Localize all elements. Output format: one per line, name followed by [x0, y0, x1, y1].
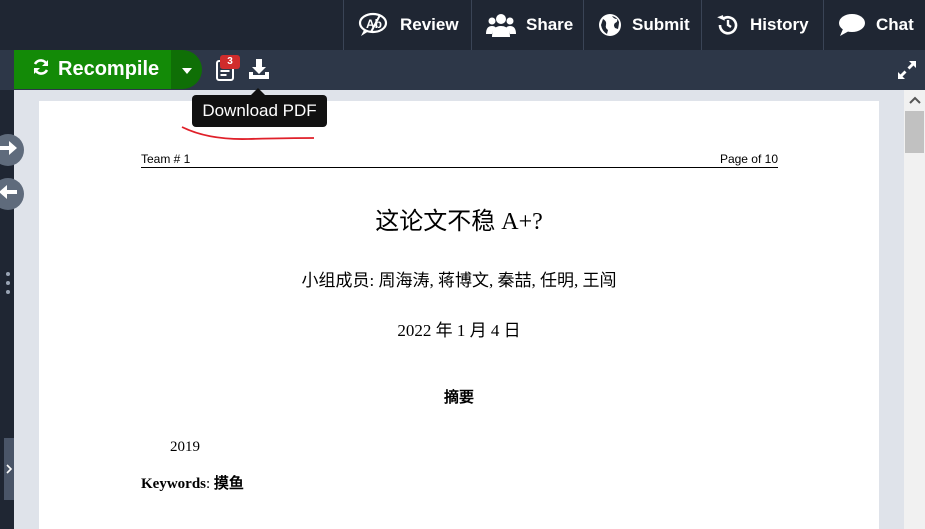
red-underline-annotation: [181, 126, 315, 140]
document-list-icon: [213, 60, 237, 86]
download-icon: [248, 59, 270, 84]
review-icon: Ab: [358, 12, 390, 38]
chat-bubble-icon: [838, 13, 866, 37]
globe-icon: [598, 13, 622, 37]
tooltip-arrow: [251, 88, 265, 95]
page-header-page-count: Page of 10: [719, 152, 778, 166]
page-header-team: Team # 1: [141, 152, 191, 166]
chevron-right-icon: [4, 464, 14, 504]
paper-title: 这论文不稳 A+?: [375, 209, 543, 235]
history-label: History: [750, 15, 809, 34]
scrollbar-thumb[interactable]: [905, 111, 924, 153]
review-label: Review: [400, 15, 459, 34]
chevron-up-icon: [908, 91, 921, 109]
arrow-right-icon: [0, 139, 18, 162]
submit-button[interactable]: Submit: [583, 0, 699, 50]
download-pdf-tooltip: Download PDF: [192, 95, 327, 127]
review-button[interactable]: Ab Review: [343, 0, 471, 50]
chat-label: Chat: [876, 15, 914, 34]
share-button[interactable]: Share: [471, 0, 574, 50]
panel-toggle-handle[interactable]: [4, 438, 14, 500]
refresh-icon: [32, 58, 50, 82]
scroll-up-button[interactable]: [904, 90, 925, 110]
chat-button[interactable]: Chat: [823, 0, 925, 50]
expand-button[interactable]: [897, 60, 917, 80]
logs-count-badge: 3: [220, 55, 240, 69]
submit-label: Submit: [632, 15, 690, 34]
svg-text:Ab: Ab: [366, 17, 382, 31]
recompile-label: Recompile: [58, 58, 160, 80]
caret-down-icon: [181, 61, 192, 79]
pdf-page: Team # 1 Page of 10 这论文不稳 A+? 小组成员: 周海涛,…: [39, 101, 879, 529]
history-button[interactable]: History: [701, 0, 821, 50]
resize-grip[interactable]: [6, 272, 10, 302]
header-rule: [141, 167, 778, 168]
abstract-heading: 摘要: [443, 390, 474, 406]
vertical-scrollbar[interactable]: [904, 90, 925, 529]
abstract-text: 2019: [170, 439, 200, 455]
paper-authors: 小组成员: 周海涛, 蒋博文, 秦喆, 任明, 王闯: [301, 271, 617, 290]
expand-arrows-icon: [897, 61, 917, 84]
history-icon: [716, 13, 740, 37]
paper-date: 2022 年 1 月 4 日: [397, 321, 521, 340]
share-users-icon: [486, 12, 516, 38]
arrow-left-icon: [0, 183, 18, 206]
keywords-label: Keywords: [141, 476, 206, 492]
download-pdf-button[interactable]: [248, 58, 270, 80]
share-label: Share: [526, 15, 574, 34]
keywords-line: Keywords: 摸鱼: [141, 476, 244, 492]
keywords-value: 摸鱼: [213, 476, 244, 492]
recompile-button[interactable]: Recompile: [14, 50, 171, 89]
